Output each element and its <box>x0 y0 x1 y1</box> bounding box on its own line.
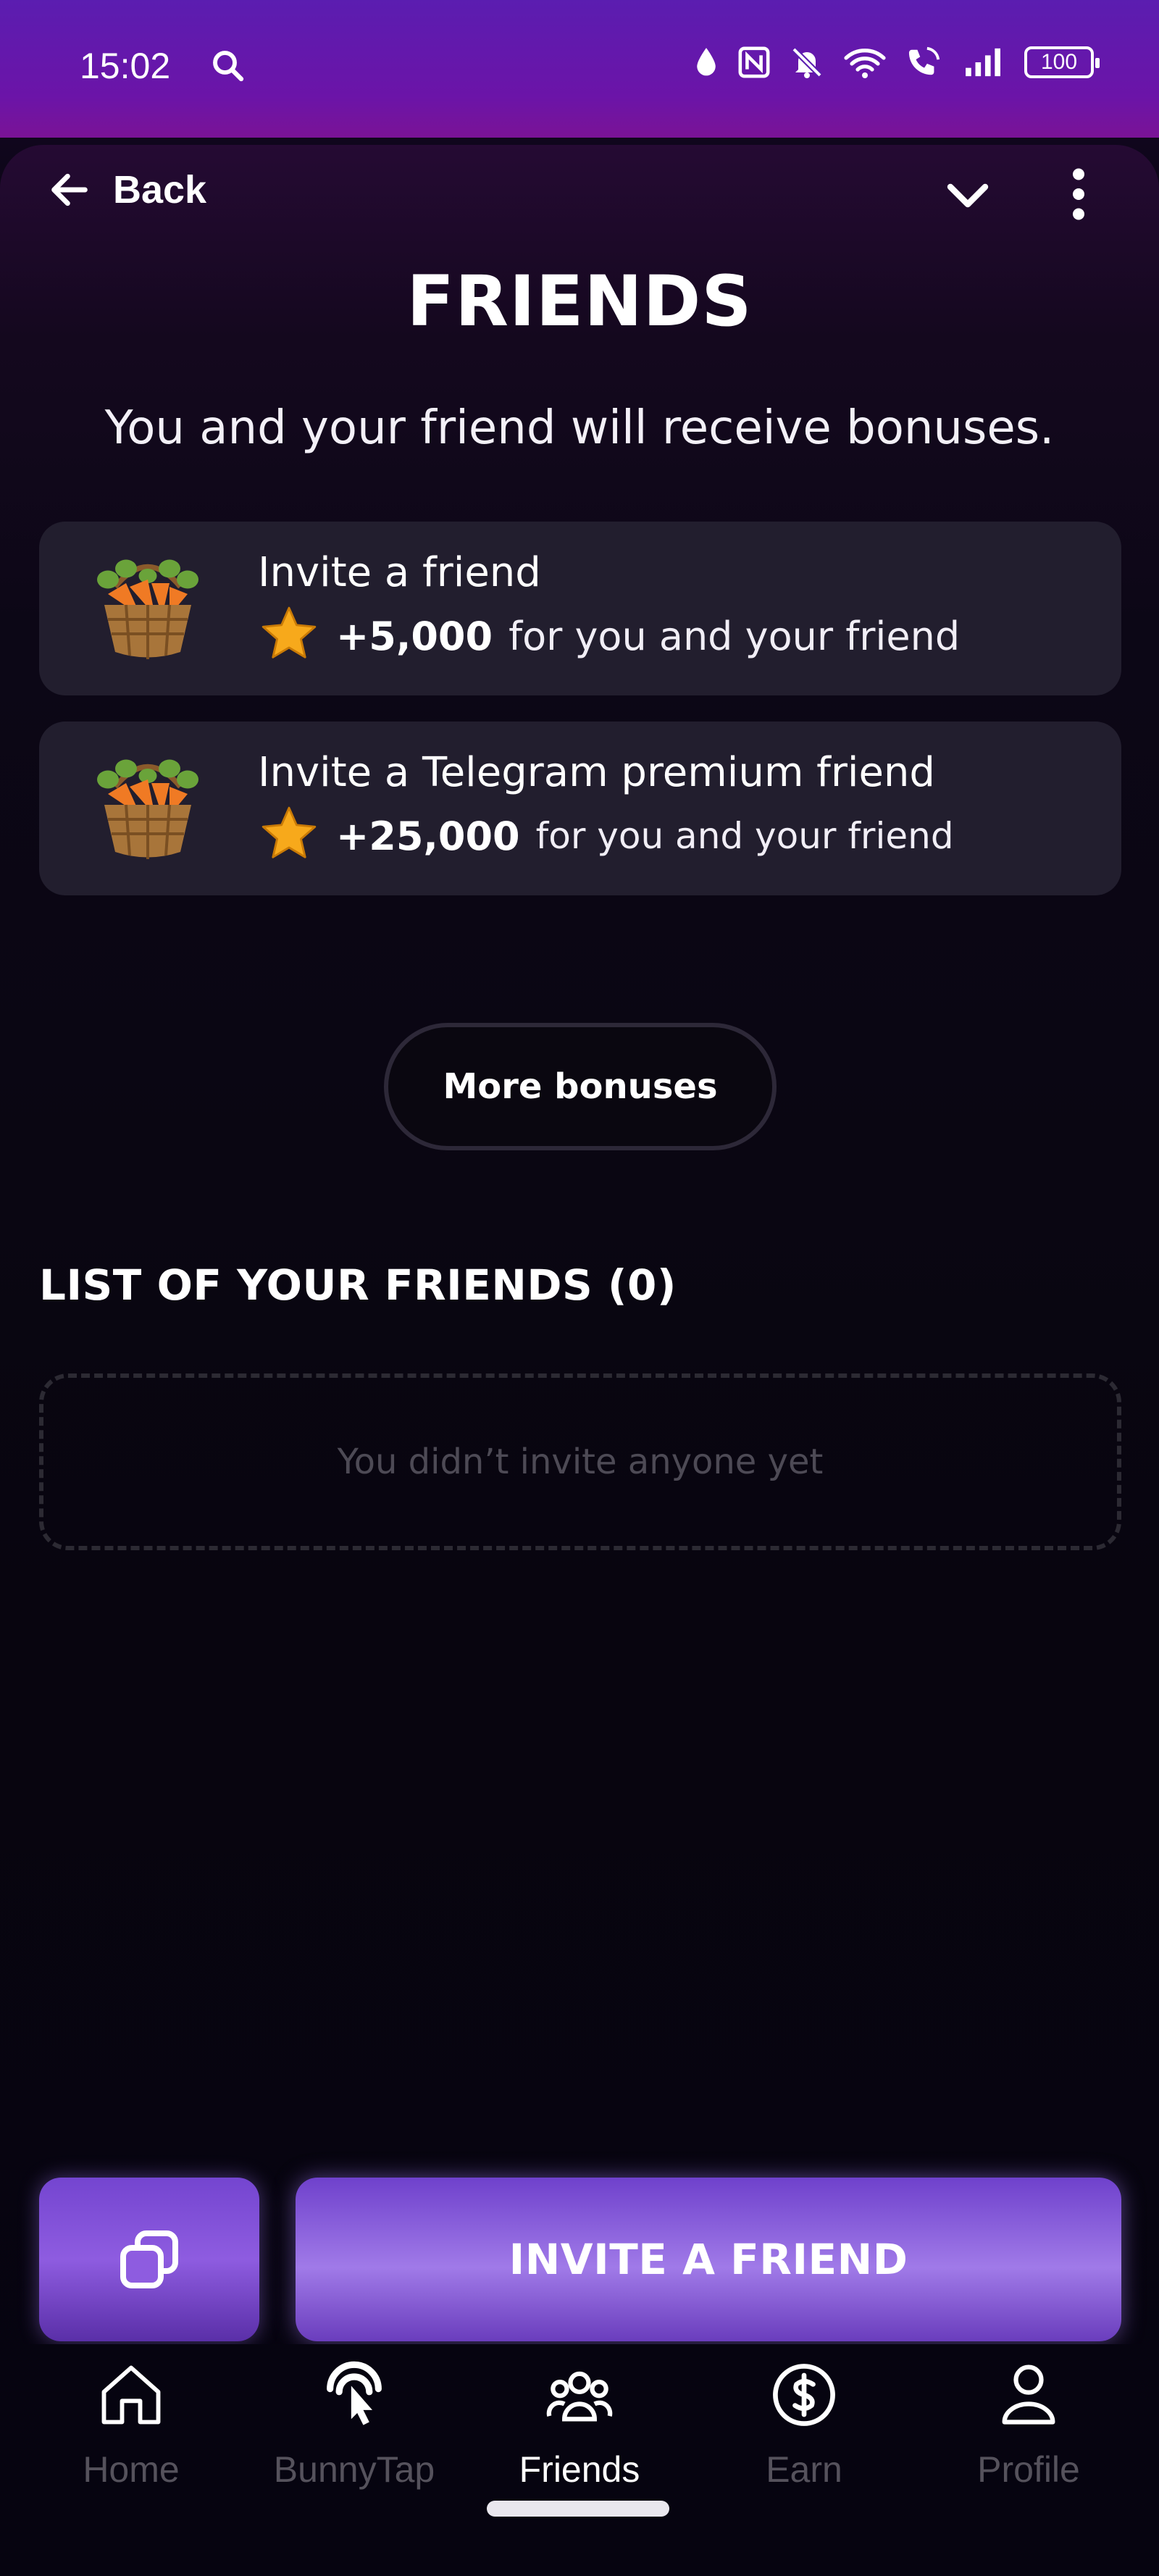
star-icon <box>261 606 317 658</box>
bonus-card-invite-friend: Invite a friend +5,000 for you and your … <box>39 522 1121 695</box>
carrot-basket-icon <box>97 759 198 859</box>
wifi-icon <box>844 49 886 78</box>
status-time: 15:02 <box>80 46 171 86</box>
carrot-basket-icon <box>97 559 198 659</box>
drop-icon <box>697 48 716 76</box>
signal-icon <box>966 48 1000 77</box>
copy-link-button[interactable] <box>39 2178 259 2341</box>
star-icon <box>261 806 317 858</box>
more-bonuses-button[interactable]: More bonuses <box>384 1023 777 1150</box>
nav-item-profile[interactable]: Profile <box>916 2359 1141 2491</box>
friends-list-header: LIST OF YOUR FRIENDS (0) <box>39 1260 677 1310</box>
home-icon <box>101 2365 161 2425</box>
nav-item-friends[interactable]: Friends <box>467 2359 692 2491</box>
nav-label: Friends <box>519 2449 640 2490</box>
tap-icon <box>327 2361 382 2425</box>
bonus-amount: +5,000 <box>336 613 493 659</box>
muted-bell-icon <box>792 47 822 78</box>
bonus-reward: +25,000 for you and your friend <box>258 806 954 865</box>
nav-item-home[interactable]: Home <box>19 2359 243 2491</box>
bonus-title: Invite a friend <box>258 549 541 596</box>
bonus-description: for you and your friend <box>535 815 954 857</box>
dollar-icon <box>773 2364 835 2426</box>
bonus-title: Invite a Telegram premium friend <box>258 749 935 796</box>
back-label: Back <box>113 168 207 212</box>
nav-label: Earn <box>766 2449 842 2490</box>
status-icons: 100 <box>694 45 1100 80</box>
empty-state-text: You didn’t invite anyone yet <box>337 1442 824 1482</box>
home-indicator[interactable] <box>487 2501 669 2517</box>
arrow-left-icon <box>51 173 88 206</box>
back-button[interactable]: Back <box>46 167 206 213</box>
battery-indicator: 100 <box>1024 46 1100 78</box>
invite-friend-button[interactable]: INVITE A FRIEND <box>296 2178 1121 2341</box>
search-icon <box>213 51 244 82</box>
friends-list-empty: You didn’t invite anyone yet <box>39 1373 1121 1550</box>
bonus-reward: +5,000 for you and your friend <box>258 606 961 665</box>
nav-label: BunnyTap <box>273 2449 435 2490</box>
nav-label: Profile <box>977 2449 1080 2490</box>
wifi-call-icon <box>908 46 940 75</box>
status-bar: 15:02 100 <box>0 0 1159 138</box>
nav-label: Home <box>83 2449 180 2490</box>
nfc-icon <box>738 46 770 78</box>
more-vertical-icon[interactable] <box>1060 165 1097 223</box>
bonus-amount: +25,000 <box>336 813 520 859</box>
nav-item-earn[interactable]: Earn <box>692 2359 916 2491</box>
copy-icon <box>120 2230 178 2288</box>
bottom-nav: Home BunnyTap Friends Earn Profile <box>0 2344 1159 2576</box>
chevron-down-icon[interactable] <box>942 170 994 222</box>
bonus-description: for you and your friend <box>509 613 961 659</box>
page-subtitle: You and your friend will receive bonuses… <box>104 401 1055 455</box>
page-title: FRIENDS <box>406 261 753 342</box>
friends-icon <box>546 2371 613 2422</box>
nav-item-bunnytap[interactable]: BunnyTap <box>242 2359 466 2491</box>
bonus-card-invite-premium: Invite a Telegram premium friend +25,000… <box>39 722 1121 895</box>
profile-icon <box>1002 2364 1055 2425</box>
